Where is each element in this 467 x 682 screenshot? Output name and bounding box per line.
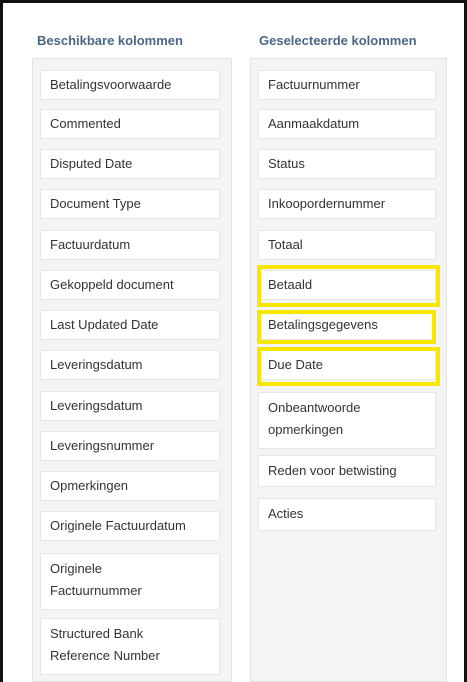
list-item-available[interactable]: Gekoppeld document xyxy=(40,270,220,300)
list-item-selected[interactable]: Totaal xyxy=(258,230,436,260)
list-item-available[interactable]: Commented xyxy=(40,109,220,139)
list-item-selected[interactable]: Reden voor betwisting xyxy=(258,455,436,487)
list-item-selected[interactable]: Betalingsgegevens xyxy=(258,310,436,340)
list-item-available[interactable]: Document Type xyxy=(40,189,220,219)
list-item-available[interactable]: Originele Factuurdatum xyxy=(40,511,220,541)
list-item-selected[interactable]: Betaald xyxy=(258,270,436,300)
available-columns-title: Beschikbare kolommen xyxy=(37,33,183,48)
list-item-selected[interactable]: Aanmaakdatum xyxy=(258,109,436,139)
list-item-available[interactable]: Leveringsdatum xyxy=(40,391,220,421)
list-item-available[interactable]: Opmerkingen xyxy=(40,471,220,501)
list-item-available[interactable]: Leveringsnummer xyxy=(40,431,220,461)
list-item-available[interactable]: Structured Bank Reference Number xyxy=(40,618,220,675)
selected-columns-title: Geselecteerde kolommen xyxy=(259,33,417,48)
list-item-available[interactable]: Factuurdatum xyxy=(40,230,220,260)
list-item-selected[interactable]: Status xyxy=(258,149,436,179)
list-item-selected[interactable]: Acties xyxy=(258,498,436,531)
list-item-available[interactable]: Disputed Date xyxy=(40,149,220,179)
list-item-selected[interactable]: Onbeantwoorde opmerkingen xyxy=(258,392,436,449)
list-item-available[interactable]: Betalingsvoorwaarde xyxy=(40,70,220,100)
list-item-selected[interactable]: Due Date xyxy=(258,350,436,380)
list-item-available[interactable]: Last Updated Date xyxy=(40,310,220,340)
selected-columns-list: Factuurnummer Aanmaakdatum Status Inkoop… xyxy=(250,58,447,682)
column-chooser-dialog: Beschikbare kolommen Geselecteerde kolom… xyxy=(0,0,467,682)
list-item-available[interactable]: Leveringsdatum xyxy=(40,350,220,380)
list-item-selected[interactable]: Factuurnummer xyxy=(258,70,436,100)
available-columns-list: Betalingsvoorwaarde Commented Disputed D… xyxy=(32,58,232,682)
list-item-available[interactable]: Originele Factuurnummer xyxy=(40,553,220,610)
list-item-selected[interactable]: Inkoopordernummer xyxy=(258,189,436,219)
